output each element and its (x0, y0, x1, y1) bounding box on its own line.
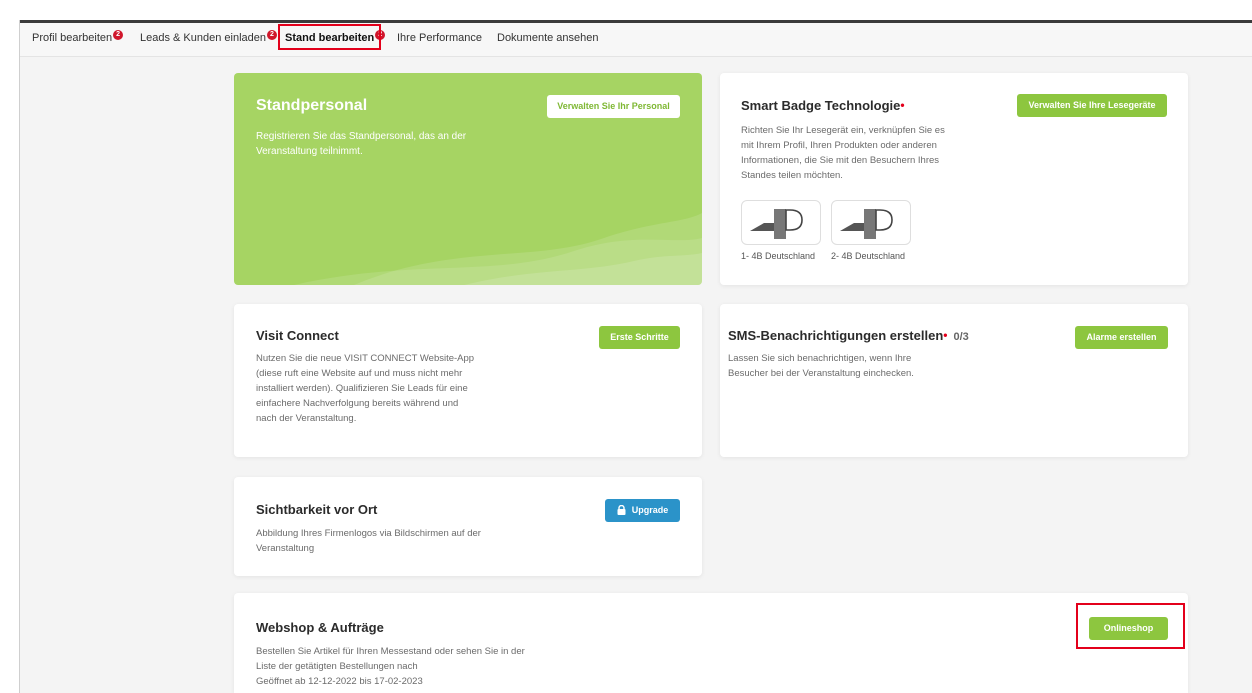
reader-caption: 1- 4B Deutschland (741, 251, 816, 261)
card-title: Visit Connect (256, 328, 339, 343)
tab-label: Leads & Kunden einladen (140, 32, 266, 44)
card-title: Smart Badge Technologie• (741, 98, 905, 113)
sms-counter: 0/3 (953, 331, 969, 343)
highlight-box-onlineshop (1076, 603, 1185, 649)
card-title: SMS-Benachrichtigungen erstellen• 0/3 (728, 328, 969, 343)
card-description: Registrieren Sie das Standpersonal, das … (256, 131, 467, 157)
notification-badge: 2 (267, 30, 277, 40)
4b-logo-icon (750, 209, 803, 239)
notification-badge: 2 (113, 30, 124, 40)
tab-ihre-performance[interactable]: Ihre Performance (397, 29, 482, 47)
card-title-text: Smart Badge Technologie (741, 98, 901, 113)
tab-profil-bearbeiten[interactable]: Profil bearbeiten 2 (32, 29, 124, 47)
card-description: Richten Sie Ihr Lesegerät ein, verknüpfe… (741, 125, 945, 181)
tab-label: Profil bearbeiten (32, 32, 113, 44)
create-alarms-button[interactable]: Alarme erstellen (1075, 326, 1168, 349)
upgrade-button[interactable]: Upgrade (605, 499, 680, 522)
required-dot-icon: • (943, 328, 948, 342)
badge-reader-1[interactable] (741, 200, 821, 245)
manage-staff-button[interactable]: Verwalten Sie Ihr Personal (547, 95, 680, 118)
main-content: Standpersonal Registrieren Sie das Stand… (20, 57, 1252, 693)
card-title: Webshop & Aufträge (256, 620, 384, 635)
card-sichtbarkeit: Sichtbarkeit vor Ort Abbildung Ihres Fir… (234, 477, 702, 576)
get-started-button[interactable]: Erste Schritte (599, 326, 680, 349)
4b-logo-icon (840, 209, 893, 239)
card-title: Sichtbarkeit vor Ort (256, 502, 378, 517)
badge-reader-2[interactable] (831, 200, 911, 245)
card-smart-badge: Smart Badge Technologie• Richten Sie Ihr… (720, 73, 1188, 285)
required-dot-icon: • (900, 98, 905, 112)
card-description: Nutzen Sie die neue VISIT CONNECT Websit… (256, 353, 475, 424)
tab-leads-kunden-einladen[interactable]: Leads & Kunden einladen 2 (140, 29, 277, 47)
reader-caption: 2- 4B Deutschland (831, 251, 906, 261)
tab-label: Dokumente ansehen (497, 32, 599, 44)
tab-label: Ihre Performance (397, 32, 482, 44)
card-sms-notifications: SMS-Benachrichtigungen erstellen• 0/3 Las… (720, 304, 1188, 457)
card-title-text: SMS-Benachrichtigungen erstellen (728, 328, 944, 343)
tab-bar: Profil bearbeiten 2 Leads & Kunden einlad… (20, 23, 1252, 57)
card-title: Standpersonal (256, 97, 368, 114)
card-standpersonal: Standpersonal Registrieren Sie das Stand… (234, 73, 702, 285)
upgrade-label: Upgrade (631, 505, 669, 515)
card-description: Bestellen Sie Artikel für Ihren Messesta… (256, 646, 525, 672)
manage-readers-button[interactable]: Verwalten Sie Ihre Lesegeräte (1017, 94, 1167, 117)
highlight-box-active-tab (278, 24, 381, 50)
card-description: Lassen Sie sich benachrichtigen, wenn Ih… (728, 353, 914, 379)
tab-dokumente-ansehen[interactable]: Dokumente ansehen (497, 29, 599, 47)
opening-dates: Geöffnet ab 12-12-2022 bis 17-02-2023 (256, 676, 423, 687)
card-description: Abbildung Ihres Firmenlogos via Bildschi… (256, 528, 481, 554)
card-visit-connect: Visit Connect Nutzen Sie die neue VISIT … (234, 304, 702, 457)
lock-icon (617, 504, 626, 515)
card-webshop: Webshop & Aufträge Bestellen Sie Artikel… (234, 593, 1188, 693)
